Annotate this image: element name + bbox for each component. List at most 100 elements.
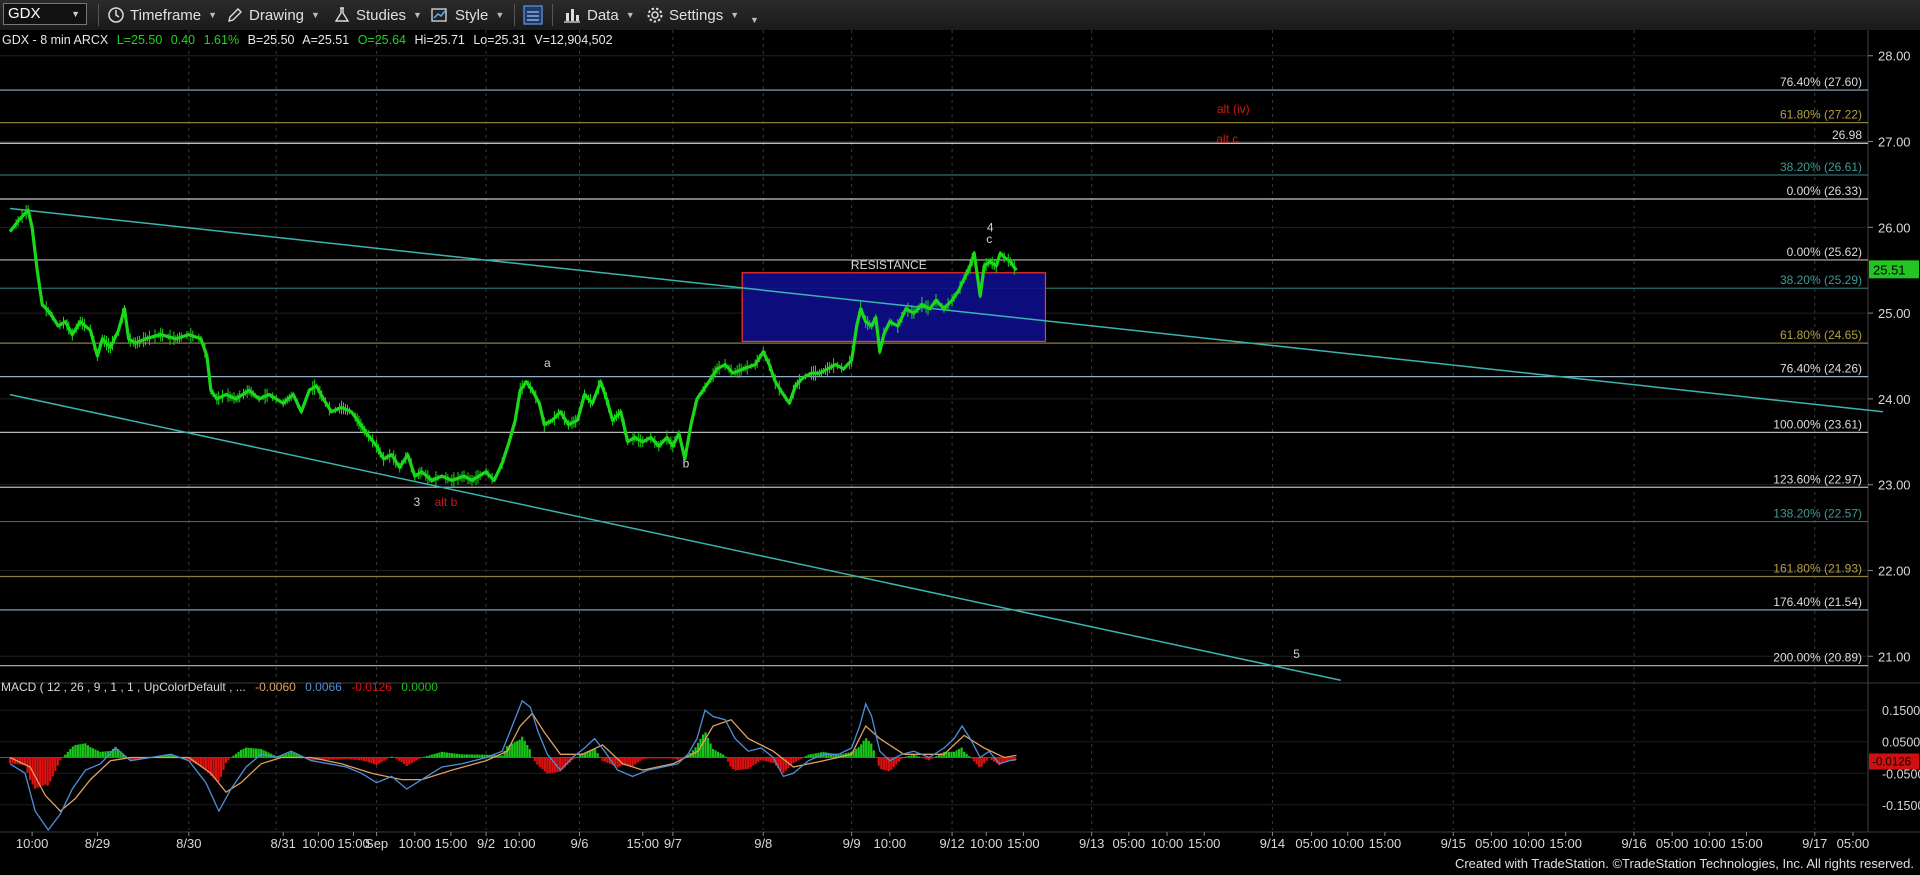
volume: V=12,904,502 [534,33,612,47]
time-tick-label: 10:00 [1151,836,1184,851]
data-label: Data [587,6,619,24]
price-tick-label: 22.00 [1878,563,1911,578]
panes-button[interactable] [522,0,549,30]
time-tick-label: 10:00 [503,836,536,851]
time-tick-label: 15:00 [626,836,659,851]
chart-area[interactable]: 76.40% (27.60) 61.80% (27.22) 26.98 38.20% … [0,30,1920,875]
time-tick-label: 10:00 [874,836,907,851]
price-tick-label: 23.00 [1878,478,1911,493]
time-tick-label: 05:00 [1656,836,1689,851]
toolbar: GDX ▼ Timeframe ▼ Drawing ▼ Studies ▼ St… [0,0,1920,31]
fib-level-label: 161.80% (21.93) [1773,561,1862,575]
fib-level-label: 38.20% (25.29) [1780,273,1862,287]
drawing-label: Drawing [249,6,305,24]
time-tick-label: 9/8 [754,836,772,851]
time-tick-label: 10:00 [1693,836,1726,851]
time-tick-label: 9/9 [843,836,861,851]
macd-tick-label: -0.1500 [1882,799,1920,813]
time-tick-label: 8/30 [176,836,201,851]
low-price: Lo=25.31 [473,33,526,47]
caret-down-icon: ▼ [208,10,218,20]
time-tick-label: Sep [365,836,388,851]
last-price-tag-label: 25.51 [1873,262,1906,277]
timeframe-button[interactable]: Timeframe ▼ [107,0,217,30]
wave-label: c [986,232,992,246]
caret-down-icon: ▼ [413,10,422,20]
macd-value-2: 0.0066 [305,680,342,694]
settings-button[interactable]: Settings ▼ [646,0,739,30]
time-tick-label: 10:00 [1512,836,1545,851]
time-tick-label: 15:00 [1188,836,1221,851]
macd-value-1: -0.0060 [255,680,296,694]
data-button[interactable]: Data ▼ [562,0,635,30]
time-tick-label: 10:00 [16,836,49,851]
style-chart-icon [431,8,447,22]
style-button[interactable]: Style ▼ [430,0,504,30]
time-tick-label: 9/17 [1802,836,1827,851]
toolbar-separator [552,4,553,26]
time-tick-label: 15:00 [1549,836,1582,851]
settings-label: Settings [669,6,724,24]
fib-level-label: 176.40% (21.54) [1773,595,1862,609]
fib-level-label: 61.80% (24.65) [1780,328,1862,342]
chart-title: GDX - 8 min ARCX [2,33,109,47]
time-tick-label: 05:00 [1475,836,1508,851]
resistance-label: RESISTANCE [851,258,927,272]
resistance-box [741,272,1047,343]
wave-label: a [544,356,551,370]
studies-label: Studies [356,6,407,24]
fib-level-label: 76.40% (27.60) [1780,75,1862,89]
time-tick-label: 05:00 [1295,836,1328,851]
fib-level-label: 123.60% (22.97) [1773,472,1862,486]
caret-down-icon: ▼ [311,10,320,20]
time-tick-label: 15:00 [435,836,468,851]
symbol-value: GDX [8,5,41,22]
fib-level-label: 38.20% (26.61) [1780,160,1862,174]
fib-level-label: 26.98 [1832,128,1862,142]
fib-level-label: 76.40% (24.26) [1780,362,1862,376]
panes-icon [523,5,543,25]
overflow-caret-icon: ▼ [750,15,759,25]
price-tick-label: 26.00 [1878,220,1911,235]
price-tick-label: 28.00 [1878,49,1911,64]
studies-button[interactable]: Studies ▼ [333,0,422,30]
high-price: Hi=25.71 [414,33,464,47]
toolbar-separator [514,4,515,26]
wave-label: 3 [413,495,420,509]
drawing-button[interactable]: Drawing ▼ [226,0,320,30]
time-tick-label: 15:00 [1007,836,1040,851]
last-price: L=25.50 [117,33,163,47]
time-tick-label: 9/12 [939,836,964,851]
time-tick-label: 10:00 [302,836,335,851]
ask-price: A=25.51 [302,33,349,47]
time-tick-label: 15:00 [1369,836,1402,851]
macd-title: MACD ( 12 , 26 , 9 , 1 , 1 , UpColorDefa… [1,680,246,694]
price-tick-label: 25.00 [1878,306,1911,321]
toolbar-overflow-button[interactable]: ▼ [743,0,759,30]
caret-down-icon: ▼ [730,10,740,20]
macd-last-tag-label: -0.0126 [1872,756,1911,768]
symbol-selector[interactable]: GDX ▼ [3,3,87,25]
time-tick-label: 9/6 [570,836,588,851]
wave-label: b [683,457,690,471]
price-tick-label: 24.00 [1878,392,1911,407]
clock-icon [108,7,124,23]
time-tick-label: 10:00 [399,836,432,851]
open-price: O=25.64 [358,33,406,47]
fib-level-label: 200.00% (20.89) [1773,651,1862,665]
price-tick-label: 21.00 [1878,649,1911,664]
time-tick-label: 15:00 [1730,836,1763,851]
caret-down-icon: ▼ [495,10,505,20]
wave-label: alt b [435,495,458,509]
toolbar-separator [98,4,99,26]
fib-level-label: 61.80% (27.22) [1780,108,1862,122]
price-tick-label: 27.00 [1878,135,1911,150]
timeframe-label: Timeframe [130,6,202,24]
chevron-down-icon[interactable]: ▼ [71,4,80,24]
fib-level-label: 138.20% (22.57) [1773,507,1862,521]
wave-label: 5 [1293,647,1300,661]
macd-header: MACD ( 12 , 26 , 9 , 1 , 1 , UpColorDefa… [1,680,438,694]
flask-icon [334,7,350,22]
macd-tick-label: 0.1500 [1882,704,1920,718]
macd-value-3: -0.0126 [351,680,392,694]
